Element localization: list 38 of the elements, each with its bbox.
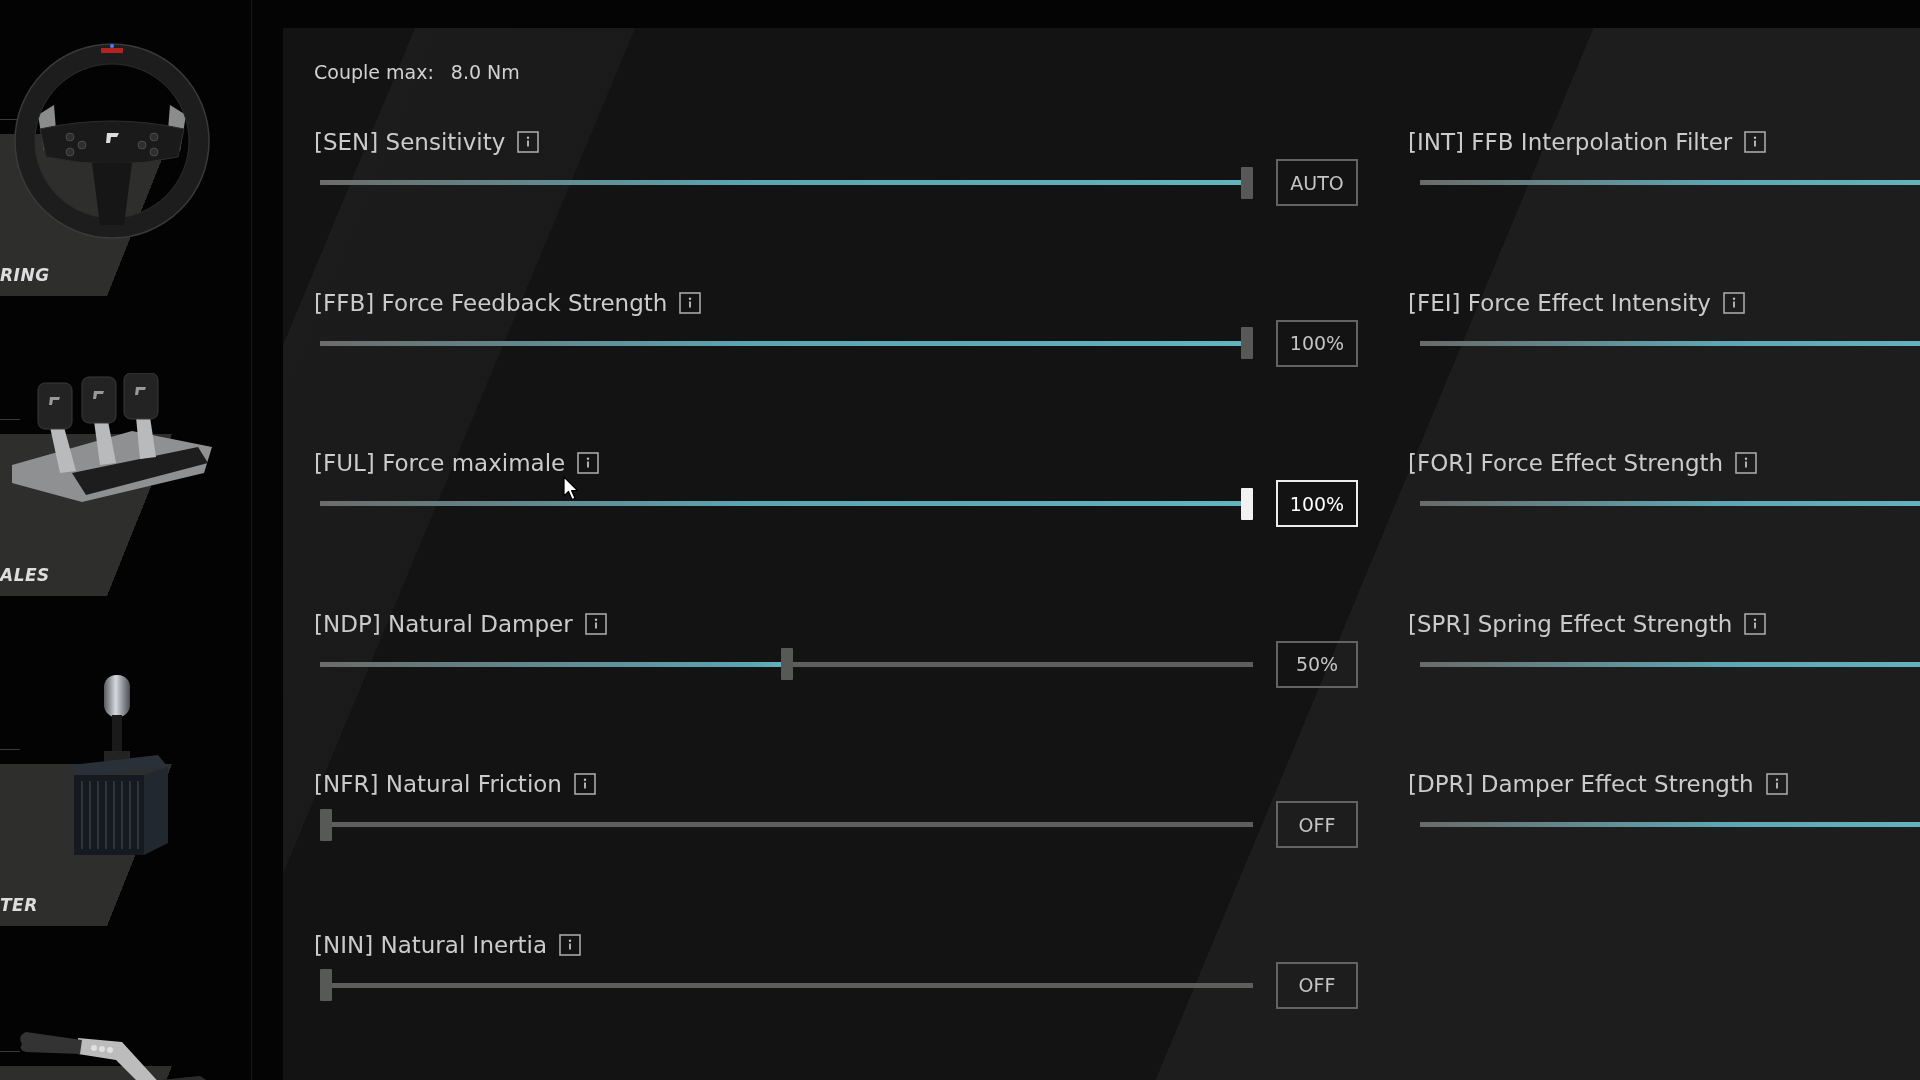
slider-thumb[interactable]: [1241, 327, 1253, 360]
setting-label: [INT] FFB Interpolation Filter: [1408, 128, 1733, 156]
info-icon[interactable]: [679, 291, 702, 314]
slider-thumb[interactable]: [1241, 487, 1253, 520]
value-readout: OFF: [1276, 961, 1358, 1009]
setting-label: [SEN] Sensitivity: [314, 128, 506, 156]
slider-thumb[interactable]: [780, 648, 793, 681]
setting-label: [FFB] Force Feedback Strength: [314, 288, 668, 317]
slider-thumb[interactable]: [320, 808, 332, 841]
info-icon[interactable]: [1744, 131, 1767, 153]
value-readout: AUTO: [1276, 159, 1358, 206]
setting-label: [FEI] Force Effect Intensity: [1408, 288, 1711, 317]
slider-thumb[interactable]: [320, 969, 332, 1002]
setting-label: [NIN] Natural Inertia: [314, 930, 548, 959]
setting-label: [NFR] Natural Friction: [314, 770, 562, 799]
value-readout: 100%: [1276, 319, 1358, 367]
value-readout: 100%: [1276, 480, 1358, 528]
info-icon[interactable]: [1744, 612, 1767, 635]
device-tab[interactable]: RING: [0, 43, 212, 296]
info-icon[interactable]: [573, 773, 596, 796]
setting-label: [FOR] Force Effect Strength: [1408, 449, 1724, 478]
value-readout: OFF: [1276, 801, 1358, 849]
info-icon[interactable]: [559, 933, 582, 956]
info-icon[interactable]: [1735, 452, 1758, 475]
setting-label: [SPR] Spring Effect Strength: [1408, 609, 1733, 638]
info-icon[interactable]: [517, 131, 540, 153]
torque-label: Couple max:: [314, 61, 434, 83]
setting-label: [FUL] Force maximale: [314, 449, 566, 478]
info-icon[interactable]: [577, 452, 600, 475]
setting-label: [DPR] Damper Effect Strength: [1408, 770, 1754, 799]
slider-thumb[interactable]: [1241, 166, 1253, 199]
info-icon[interactable]: [1765, 773, 1788, 796]
setting-label: [NDP] Natural Damper: [314, 609, 573, 638]
torque-value: 8.0 Nm: [450, 61, 520, 83]
info-icon[interactable]: [584, 612, 607, 635]
info-icon[interactable]: [1722, 291, 1745, 314]
cursor-icon: [563, 476, 579, 501]
value-readout: 50%: [1276, 640, 1358, 688]
